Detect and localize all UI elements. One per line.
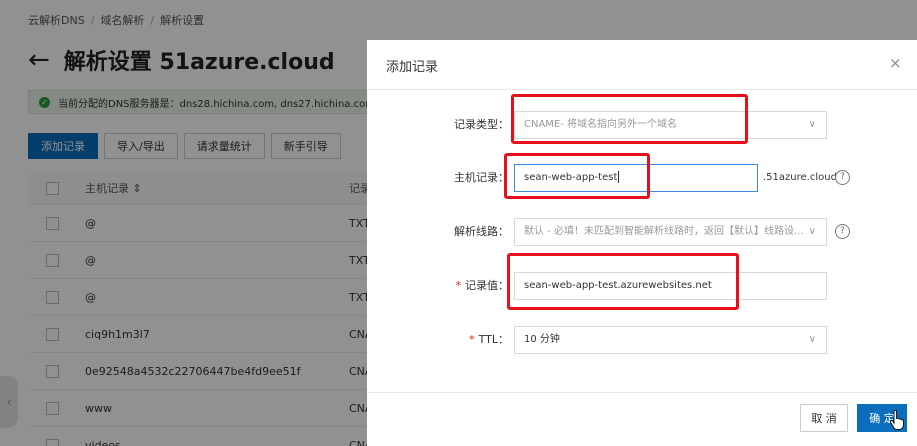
hand-cursor-icon <box>890 410 904 430</box>
ttl-row: * TTL： 10 分钟 ∨ <box>367 326 917 354</box>
record-type-label: 记录类型： <box>454 118 509 131</box>
chevron-down-icon: ∨ <box>808 119 816 130</box>
record-value-label: * 记录值： <box>455 279 510 292</box>
resolution-line-row: 解析线路： 默认 - 必填！未匹配到智能解析线路时，返回【默认】线路设... ∨… <box>367 218 917 246</box>
add-record-dialog: 添加记录 × 记录类型： CNAME- 将域名指向另外一个域名 ∨ 主机记录： … <box>367 40 917 446</box>
resolution-line-label: 解析线路： <box>454 225 509 238</box>
help-icon[interactable]: ? <box>835 224 850 239</box>
annotation-box-record-type <box>511 94 748 144</box>
resolution-line-value: 默认 - 必填！未匹配到智能解析线路时，返回【默认】线路设... <box>524 226 804 237</box>
domain-suffix: .51azure.cloud <box>763 172 837 183</box>
dialog-footer-divider <box>367 392 917 393</box>
chevron-down-icon: ∨ <box>808 334 816 345</box>
cancel-button[interactable]: 取 消 <box>800 404 848 432</box>
required-mark: * <box>455 279 462 292</box>
ttl-select[interactable]: 10 分钟 ∨ <box>514 326 827 354</box>
help-icon[interactable]: ? <box>835 170 850 185</box>
required-mark: * <box>469 333 475 346</box>
ttl-label: * TTL： <box>469 333 509 346</box>
resolution-line-select[interactable]: 默认 - 必填！未匹配到智能解析线路时，返回【默认】线路设... ∨ <box>514 218 827 246</box>
dialog-title: 添加记录 <box>386 60 439 75</box>
host-record-label: 主机记录： <box>454 171 509 184</box>
ttl-value: 10 分钟 <box>524 334 560 345</box>
annotation-box-record-value <box>507 253 739 310</box>
annotation-box-host-record <box>504 153 650 199</box>
chevron-down-icon: ∨ <box>808 226 816 237</box>
close-icon[interactable]: × <box>889 54 902 72</box>
dialog-header-divider <box>367 89 917 90</box>
